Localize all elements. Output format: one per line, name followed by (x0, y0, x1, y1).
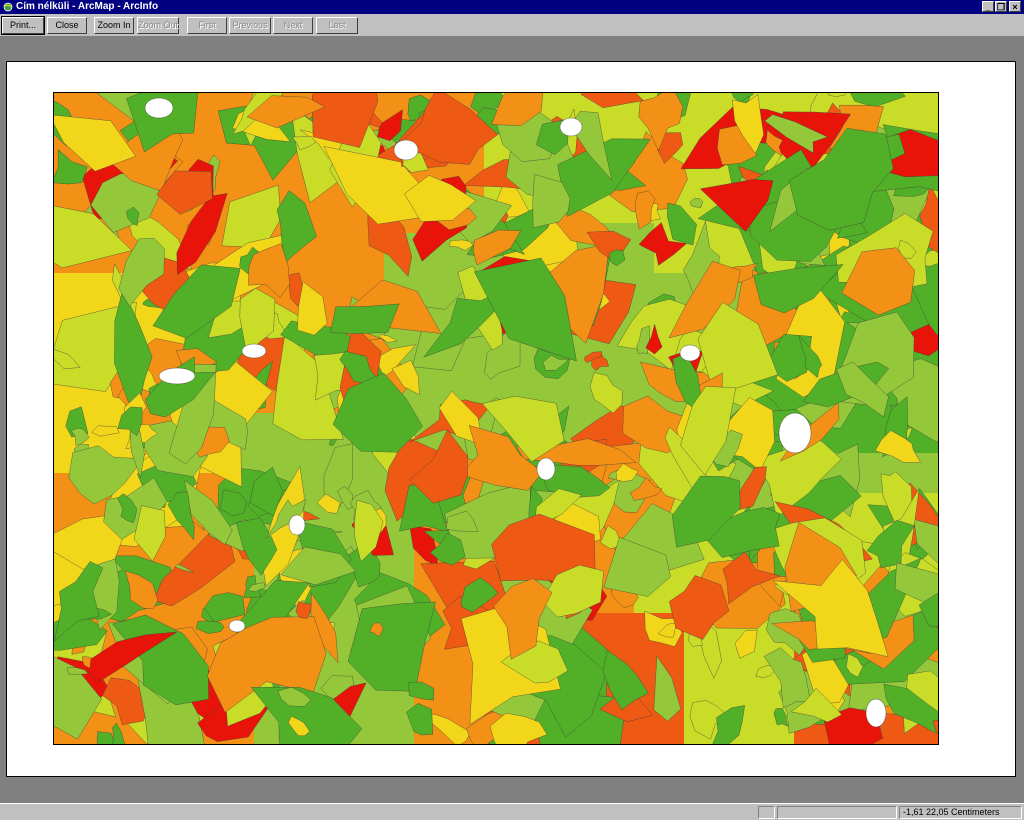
print-preview-area[interactable] (0, 37, 1024, 803)
window-title: Cím nélküli - ArcMap - ArcInfo (16, 1, 159, 12)
minimize-button[interactable]: _ (982, 1, 994, 12)
restore-button[interactable]: ❐ (995, 1, 1007, 12)
zoom-in-button[interactable]: Zoom In (94, 17, 134, 34)
close-window-button[interactable]: × (1009, 1, 1021, 12)
status-panel-empty (758, 806, 775, 819)
coordinate-readout: -1,61 22,05 Centimeters (899, 806, 1022, 819)
slope-map (54, 93, 938, 744)
map-frame[interactable] (53, 92, 939, 745)
arcmap-globe-icon (3, 2, 13, 12)
title-bar: Cím nélküli - ArcMap - ArcInfo _ ❐ × (0, 0, 1024, 14)
next-page-button[interactable]: Next (273, 17, 313, 34)
close-button[interactable]: Close (47, 17, 87, 34)
status-bar: -1,61 22,05 Centimeters (0, 803, 1024, 820)
print-button[interactable]: Print... (1, 16, 45, 35)
zoom-out-button[interactable]: Zoom Out (137, 17, 179, 34)
status-panel-blank (777, 806, 897, 819)
first-page-button[interactable]: First (187, 17, 227, 34)
previous-page-button[interactable]: Previous (229, 17, 271, 34)
preview-toolbar: Print... Close Zoom In Zoom Out First Pr… (0, 14, 1024, 37)
layout-page (6, 61, 1016, 777)
last-page-button[interactable]: Last (316, 17, 358, 34)
